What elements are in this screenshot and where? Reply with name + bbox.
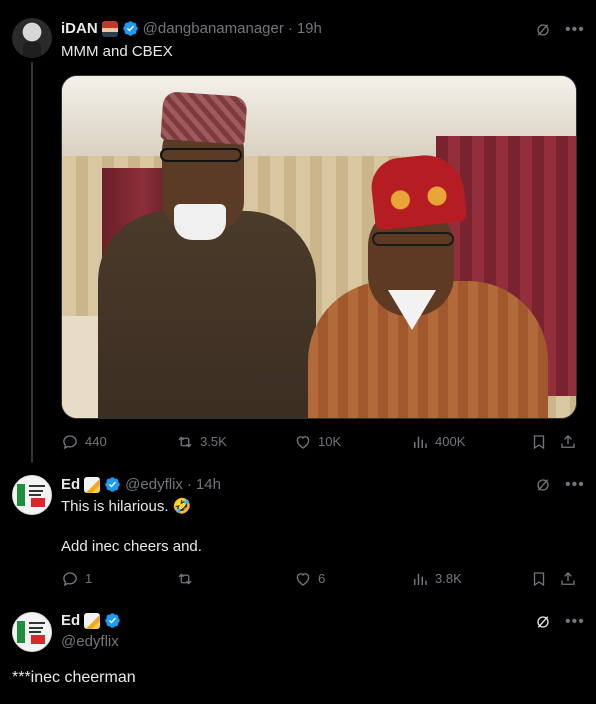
grok-icon[interactable] — [535, 477, 551, 493]
post-text: MMM and CBEX — [61, 43, 173, 60]
photo-person-left-glasses — [160, 148, 242, 162]
avatar-idan[interactable] — [12, 18, 52, 58]
bookmark-icon — [533, 572, 545, 587]
reply-icon — [63, 435, 77, 450]
avatar-emoji-badge-icon — [101, 20, 118, 37]
like-icon — [296, 436, 310, 449]
display-name[interactable]: iDAN — [61, 20, 98, 37]
avatar-flag-green — [17, 484, 25, 506]
post-header: iDAN @dangbanamanager · 19h — [61, 20, 322, 37]
repost-button[interactable] — [176, 569, 200, 589]
repost-button[interactable]: 3.5K — [176, 432, 227, 452]
reply-top-actions: ••• — [535, 477, 585, 493]
thread-connector-line — [31, 62, 33, 462]
views-count: 400K — [435, 434, 466, 449]
avatar-text-line — [29, 494, 41, 496]
verified-badge-icon — [122, 21, 138, 36]
views-button[interactable]: 3.8K — [411, 569, 462, 589]
more-icon[interactable]: ••• — [565, 22, 585, 38]
post-time[interactable]: 19h — [297, 20, 322, 37]
reply-count: 1 — [85, 571, 93, 586]
reply-action-bar: 1 6 3.8K — [61, 569, 577, 589]
avatar-red-block — [31, 635, 45, 644]
grok-icon[interactable] — [535, 22, 551, 38]
bookmark-button[interactable] — [530, 432, 548, 452]
photo-person-left-mask — [174, 204, 226, 240]
bookmark-icon — [533, 435, 545, 450]
like-count: 6 — [318, 571, 326, 586]
reply-icon — [63, 572, 77, 587]
display-name[interactable]: Ed — [61, 612, 80, 629]
user-handle[interactable]: @edyflix — [125, 476, 183, 493]
like-button[interactable]: 10K — [294, 432, 341, 452]
focused-reply-header: Ed — [61, 612, 121, 629]
avatar-ed[interactable] — [12, 475, 52, 515]
reply-header: Ed @edyflix · 14h — [61, 476, 221, 493]
reply-text-line-1: This is hilarious. 🤣 — [61, 498, 192, 515]
repost-count: 3.5K — [200, 434, 227, 449]
like-button[interactable]: 6 — [294, 569, 325, 589]
views-count: 3.8K — [435, 571, 462, 586]
avatar-ed[interactable] — [12, 612, 52, 652]
post-action-bar: 440 3.5K 10K 400K — [61, 432, 577, 452]
user-handle[interactable]: @dangbanamanager — [143, 20, 284, 37]
reply-button[interactable]: 440 — [61, 432, 107, 452]
post-top-actions: ••• — [535, 22, 585, 38]
grok-icon[interactable] — [535, 614, 551, 630]
post-time[interactable]: 14h — [196, 476, 221, 493]
share-icon — [561, 572, 575, 585]
avatar-text-line — [29, 631, 41, 633]
separator-dot: · — [186, 476, 192, 493]
share-icon — [561, 435, 575, 448]
avatar-red-block — [31, 498, 45, 507]
avatar-text-line — [29, 485, 45, 487]
repost-icon — [178, 436, 192, 448]
photo-person-right-glasses — [372, 232, 454, 246]
share-button[interactable] — [559, 432, 577, 452]
separator-dot: · — [287, 20, 293, 37]
more-icon[interactable]: ••• — [565, 614, 585, 630]
views-icon — [414, 573, 427, 585]
photo-person-left-body — [98, 211, 316, 418]
memo-emoji-icon — [84, 612, 101, 629]
focused-reply-text: ***inec cheerman — [12, 669, 136, 686]
avatar-text-line — [29, 627, 43, 629]
views-icon — [414, 436, 427, 448]
share-button[interactable] — [559, 569, 577, 589]
display-name[interactable]: Ed — [61, 476, 80, 493]
like-icon — [296, 573, 310, 586]
views-button[interactable]: 400K — [411, 432, 465, 452]
verified-badge-icon — [105, 477, 120, 492]
reply-count: 440 — [85, 434, 107, 449]
reply-button[interactable]: 1 — [61, 569, 92, 589]
focused-reply-top-actions: ••• — [535, 614, 585, 630]
avatar-flag-green — [17, 621, 25, 643]
more-icon[interactable]: ••• — [565, 477, 585, 493]
post-media-image[interactable] — [61, 75, 577, 419]
avatar-text-line — [29, 490, 43, 492]
bookmark-button[interactable] — [530, 569, 548, 589]
avatar-text-line — [29, 622, 45, 624]
verified-badge-icon — [105, 613, 120, 628]
user-handle[interactable]: @edyflix — [61, 632, 119, 652]
repost-icon — [178, 573, 192, 585]
memo-emoji-icon — [84, 476, 101, 493]
photo-person-left-cap — [160, 91, 248, 145]
reply-text-line-2: Add inec cheers and. — [61, 538, 202, 555]
like-count: 10K — [318, 434, 342, 449]
